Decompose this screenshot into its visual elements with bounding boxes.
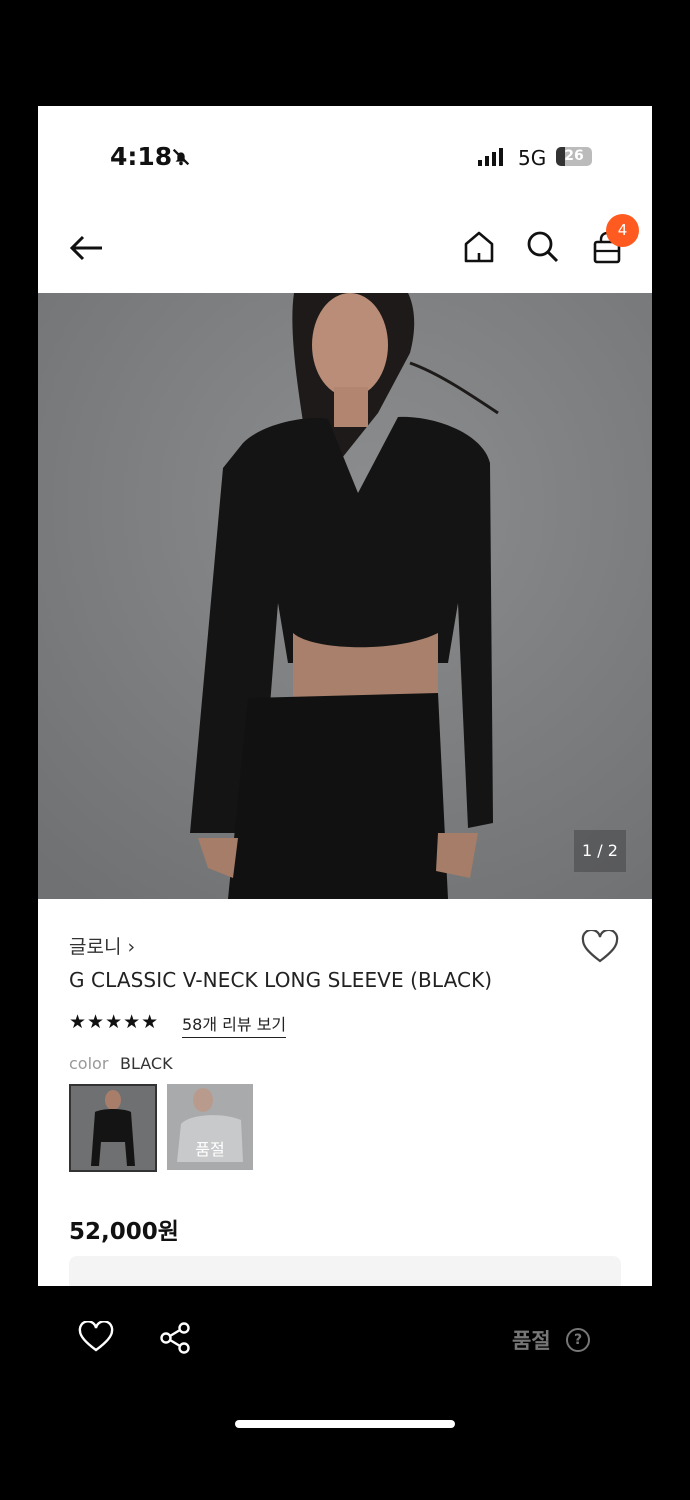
rating-stars: ★★★★★ (69, 1011, 160, 1033)
status-time: 4:18 (110, 142, 173, 171)
color-swatch-black[interactable] (69, 1084, 157, 1172)
battery-level: 26 (564, 148, 584, 164)
signal-icon (478, 148, 503, 166)
cart-count-badge: 4 (606, 214, 639, 247)
app-screen: 4:18 5G 26 4 1 / 2 글로니 › G CLASSIC V-NEC… (38, 106, 652, 1286)
status-bar: 4:18 5G 26 (38, 106, 652, 206)
bell-muted-icon (170, 146, 192, 172)
home-indicator (235, 1420, 455, 1428)
battery-icon: 26 (556, 147, 592, 166)
color-swatch-grey-soldout[interactable]: 품절 (167, 1084, 253, 1170)
reviews-link[interactable]: 58개 리뷰 보기 (182, 1011, 287, 1038)
product-image[interactable]: 1 / 2 (38, 293, 652, 899)
color-label: color (69, 1054, 109, 1073)
bottom-heart-icon[interactable] (78, 1320, 114, 1357)
wishlist-heart-icon[interactable] (581, 928, 619, 968)
model-photo (38, 293, 652, 899)
product-title: G CLASSIC V-NECK LONG SLEEVE (BLACK) (69, 968, 493, 992)
soldout-status: 품절 (512, 1329, 551, 1353)
back-arrow-icon[interactable] (66, 233, 106, 267)
image-pager: 1 / 2 (574, 830, 626, 872)
price: 52,000원 (69, 1219, 179, 1245)
home-icon[interactable] (463, 230, 495, 268)
search-icon[interactable] (526, 230, 560, 268)
help-icon[interactable]: ? (566, 1328, 590, 1352)
color-value: BLACK (120, 1054, 173, 1073)
soldout-label: 품절 (195, 1140, 225, 1159)
share-icon[interactable] (158, 1321, 192, 1359)
promo-box (69, 1256, 621, 1286)
network-type: 5G (518, 146, 547, 170)
brand-link[interactable]: 글로니 › (69, 932, 135, 959)
top-nav (38, 206, 652, 292)
